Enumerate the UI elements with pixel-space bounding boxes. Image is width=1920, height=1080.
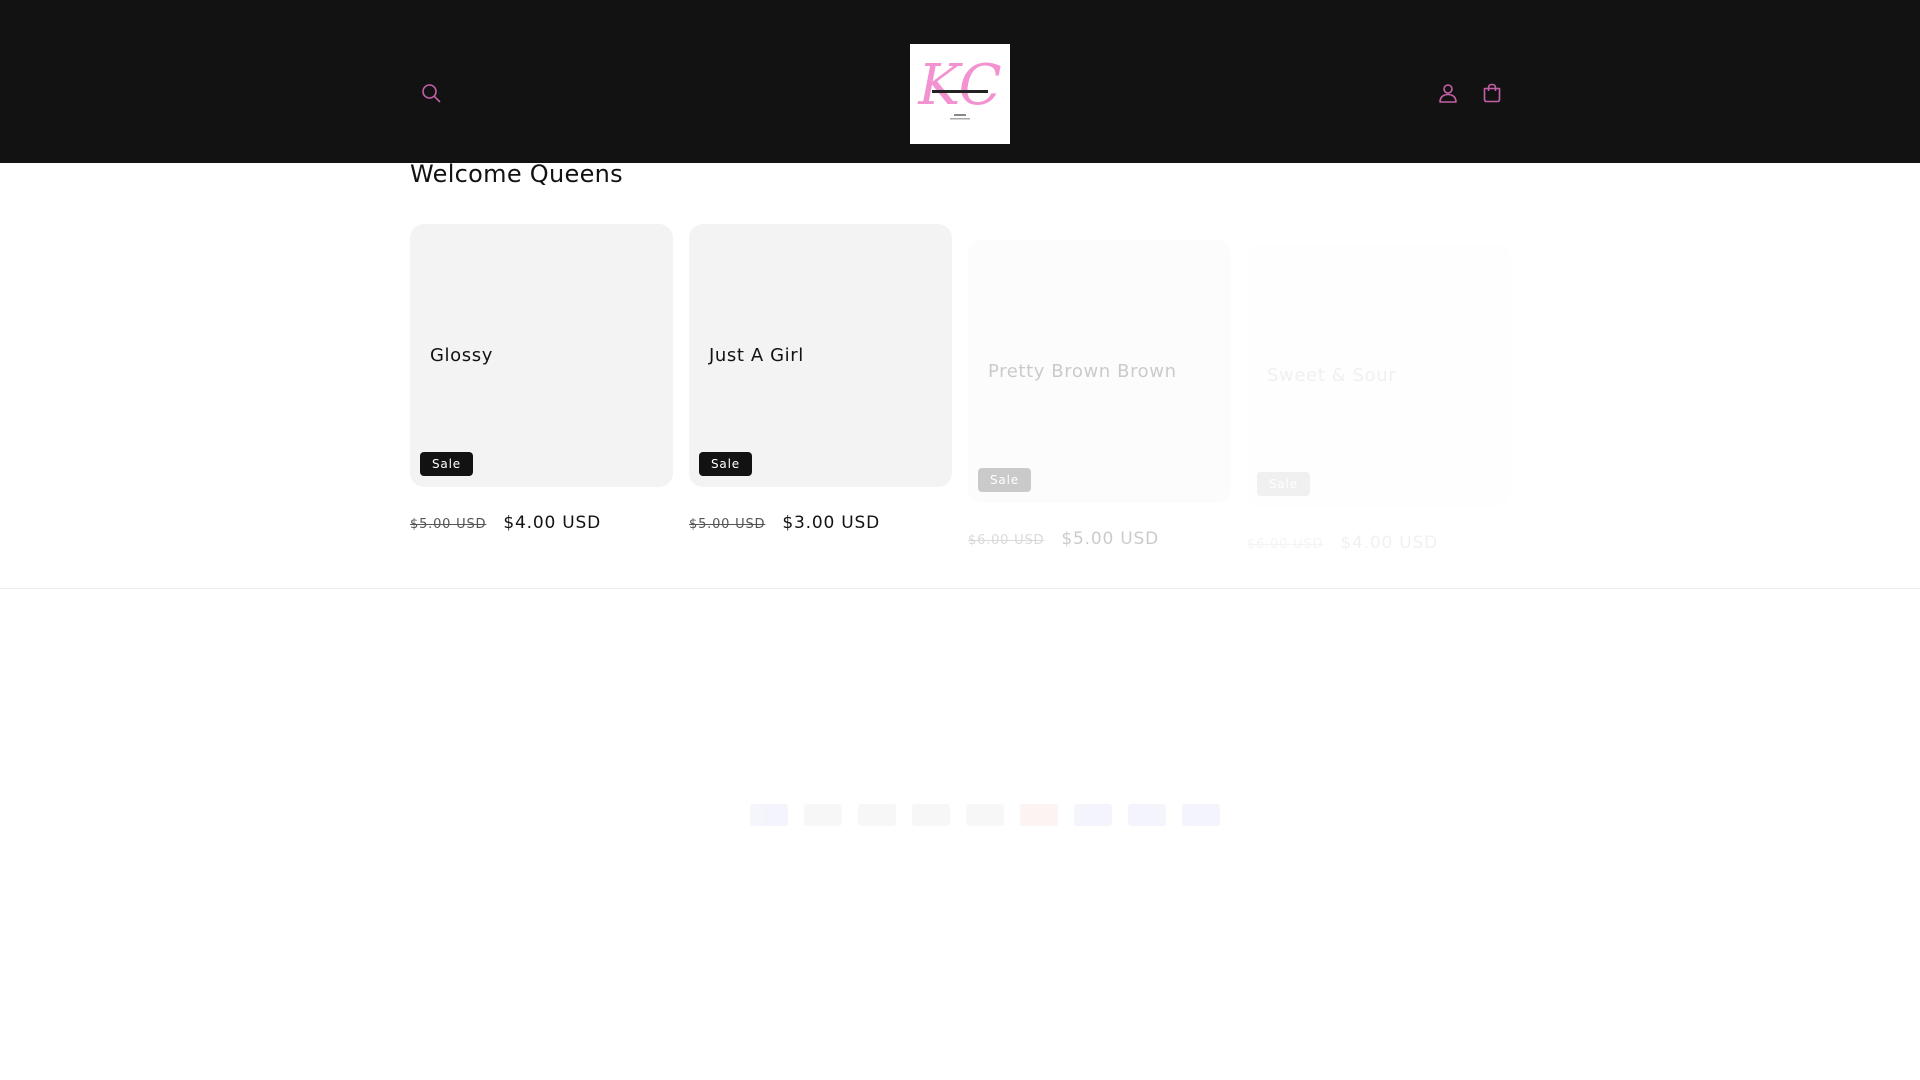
sale-price: $4.00 USD	[1340, 533, 1439, 553]
product-card-media[interactable]: Sweet & Sour Sale	[1247, 244, 1510, 507]
product-card-media[interactable]: Just A Girl Sale	[689, 224, 952, 487]
price-row: $6.00 USD $5.00 USD	[968, 529, 1159, 549]
product-card[interactable]: Glossy Sale $5.00 USD $4.00 USD	[410, 224, 673, 533]
cart-button[interactable]	[1472, 73, 1512, 113]
discover-icon	[912, 804, 950, 826]
product-card[interactable]: Pretty Brown Brown Sale $6.00 USD $5.00 …	[968, 240, 1231, 549]
visa-icon	[1182, 804, 1220, 826]
compare-price: $6.00 USD	[968, 533, 1045, 548]
product-title[interactable]: Glossy	[430, 345, 493, 366]
compare-price: $5.00 USD	[410, 517, 487, 532]
price-row: $5.00 USD $3.00 USD	[689, 513, 880, 533]
store-logo-link[interactable]: KC	[910, 44, 1010, 144]
product-title[interactable]: Pretty Brown Brown	[988, 361, 1177, 382]
sale-price: $4.00 USD	[503, 513, 602, 533]
price-row: $6.00 USD $4.00 USD	[1247, 533, 1438, 553]
compare-price: $5.00 USD	[689, 517, 766, 532]
svg-text:KC: KC	[917, 53, 1001, 118]
product-card[interactable]: Sweet & Sour Sale $6.00 USD $4.00 USD	[1247, 244, 1510, 553]
product-card-media[interactable]: Glossy Sale	[410, 224, 673, 487]
product-title[interactable]: Just A Girl	[709, 345, 804, 366]
compare-price: $6.00 USD	[1247, 537, 1324, 552]
paypal-icon	[1074, 804, 1112, 826]
account-button[interactable]	[1428, 73, 1468, 113]
search-button[interactable]	[411, 73, 451, 113]
product-card-media[interactable]: Pretty Brown Brown Sale	[968, 240, 1231, 503]
sale-price: $3.00 USD	[782, 513, 881, 533]
apple-pay-icon	[804, 804, 842, 826]
cart-icon	[1481, 82, 1503, 104]
shop-pay-icon	[1128, 804, 1166, 826]
price-row: $5.00 USD $4.00 USD	[410, 513, 601, 533]
google-pay-icon	[966, 804, 1004, 826]
mastercard-icon	[1020, 804, 1058, 826]
sale-badge: Sale	[978, 468, 1031, 492]
sale-badge: Sale	[1257, 472, 1310, 496]
sale-badge: Sale	[699, 452, 752, 476]
product-card[interactable]: Just A Girl Sale $5.00 USD $3.00 USD	[689, 224, 952, 533]
sale-badge: Sale	[420, 452, 473, 476]
search-icon	[420, 82, 442, 104]
payment-icons	[750, 804, 1220, 826]
sale-price: $5.00 USD	[1061, 529, 1160, 549]
account-icon	[1437, 82, 1459, 104]
diners-club-icon	[858, 804, 896, 826]
product-title[interactable]: Sweet & Sour	[1267, 365, 1396, 386]
collection-title: Welcome Queens	[410, 160, 623, 188]
site-header: KC	[0, 0, 1920, 163]
store-logo: KC	[910, 44, 1010, 144]
american-express-icon	[750, 804, 788, 826]
footer-divider	[0, 588, 1920, 589]
